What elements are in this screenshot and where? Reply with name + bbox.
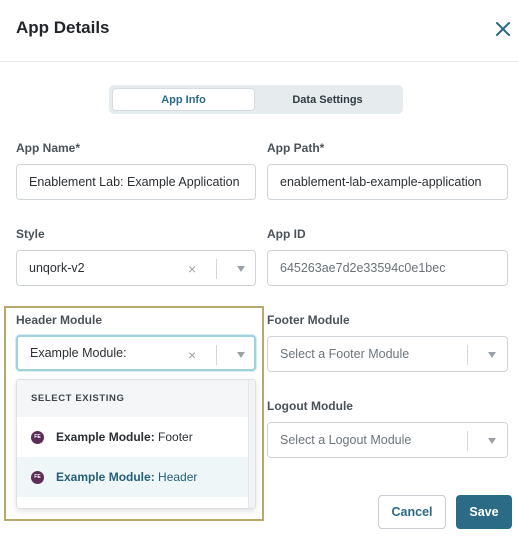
app-path-input[interactable]: enablement-lab-example-application <box>267 164 508 200</box>
close-icon[interactable] <box>494 20 512 38</box>
app-path-value: enablement-lab-example-application <box>280 175 482 189</box>
option-name: Example Module: <box>56 470 155 484</box>
footer-module-placeholder: Select a Footer Module <box>280 347 410 361</box>
logout-module-label: Logout Module <box>267 399 353 413</box>
chevron-down-icon[interactable] <box>488 438 496 444</box>
dropdown-section-label: SELECT EXISTING <box>17 380 255 417</box>
select-separator <box>216 259 217 279</box>
clear-icon[interactable]: × <box>188 261 196 277</box>
chevron-down-icon[interactable] <box>488 352 496 358</box>
app-name-input[interactable]: Enablement Lab: Example Application <box>16 164 256 200</box>
dropdown-scrollbar[interactable] <box>248 380 255 508</box>
style-select[interactable]: unqork-v2 × <box>16 250 256 286</box>
cancel-button[interactable]: Cancel <box>378 495 446 529</box>
option-suffix: Footer <box>154 430 193 444</box>
app-path-label: App Path* <box>267 141 325 155</box>
header-module-value: Example Module: <box>30 346 127 360</box>
dropdown-option-footer[interactable]: FE Example Module: Footer <box>17 417 255 457</box>
tab-app-info[interactable]: App Info <box>112 88 256 111</box>
header-module-label: Header Module <box>16 313 103 327</box>
style-label: Style <box>16 227 45 241</box>
module-badge-icon: FE <box>31 470 44 484</box>
app-id-input: 645263ae7d2e33594c0e1bec <box>267 250 508 286</box>
header-module-select[interactable]: Example Module: × <box>16 335 256 371</box>
footer-module-label: Footer Module <box>267 313 350 327</box>
select-separator <box>216 345 217 365</box>
app-id-label: App ID <box>267 227 306 241</box>
module-badge-icon: FE <box>31 430 44 444</box>
chevron-down-icon[interactable] <box>237 352 245 358</box>
tab-bar: App Info Data Settings <box>109 85 403 114</box>
logout-module-select[interactable]: Select a Logout Module <box>267 422 508 458</box>
dialog-header: App Details <box>0 0 518 62</box>
chevron-down-icon[interactable] <box>237 266 245 272</box>
option-name: Example Module: <box>56 430 155 444</box>
tab-data-settings[interactable]: Data Settings <box>255 88 400 111</box>
header-module-dropdown: SELECT EXISTING FE Example Module: Foote… <box>16 379 256 509</box>
dialog-title: App Details <box>16 18 110 37</box>
logout-module-placeholder: Select a Logout Module <box>280 433 412 447</box>
footer-module-select[interactable]: Select a Footer Module <box>267 336 508 372</box>
app-id-value: 645263ae7d2e33594c0e1bec <box>280 261 446 275</box>
save-button[interactable]: Save <box>456 495 512 529</box>
style-value: unqork-v2 <box>29 261 85 275</box>
dropdown-option-header[interactable]: FE Example Module: Header <box>17 457 255 497</box>
clear-icon[interactable]: × <box>188 347 196 363</box>
option-suffix: Header <box>154 470 198 484</box>
app-name-label: App Name* <box>16 141 81 155</box>
select-separator <box>467 431 468 451</box>
select-separator <box>467 345 468 365</box>
app-name-value: Enablement Lab: Example Application <box>29 175 240 189</box>
